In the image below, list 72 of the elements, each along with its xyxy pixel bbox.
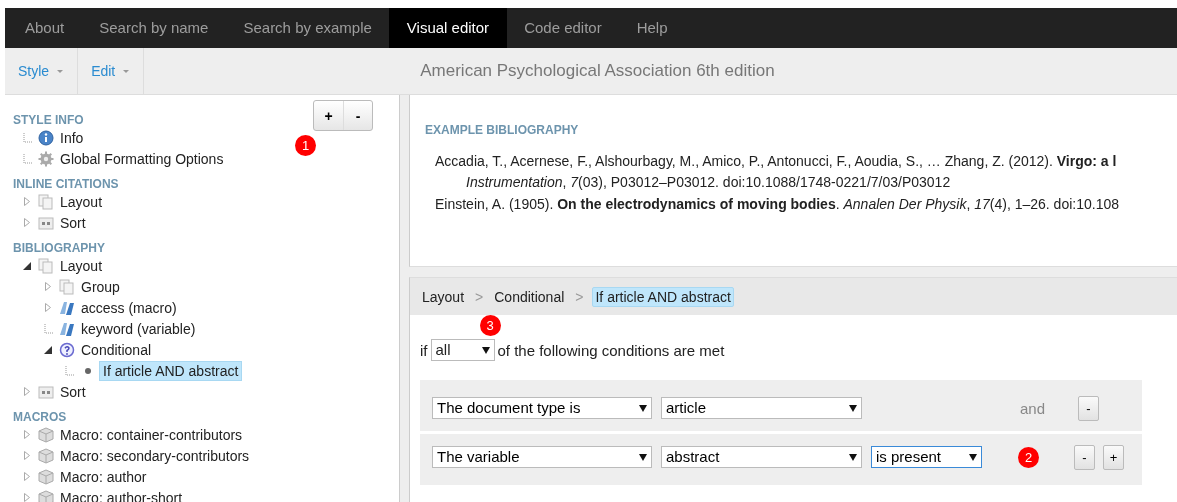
tree-item[interactable]: Sort [57, 213, 89, 232]
pages-icon [38, 257, 54, 274]
tree-item[interactable]: Layout [57, 192, 106, 211]
nav-tab[interactable]: Search by name [81, 8, 226, 48]
condition-button[interactable]: + [1103, 444, 1124, 470]
cube-icon [38, 468, 54, 485]
tree-item[interactable]: Sort [57, 382, 89, 401]
section-heading: INLINE CITATIONS [13, 177, 119, 191]
gear-icon [38, 150, 54, 167]
dropdown[interactable]: abstract [661, 446, 862, 468]
dropdown[interactable]: The variable [432, 446, 652, 468]
nav-tab[interactable]: Visual editor [389, 8, 507, 48]
tree-item[interactable]: Conditional [78, 340, 155, 359]
caret-icon [639, 453, 647, 461]
caret-icon [639, 404, 647, 412]
caret-icon [123, 69, 130, 73]
caret-icon [481, 346, 490, 354]
sort-icon [38, 383, 54, 400]
style-title: American Psychological Association 6th edition [420, 61, 775, 81]
tree-item[interactable]: Macro: author [57, 467, 150, 486]
section-heading: EXAMPLE BIBLIOGRAPHY [425, 123, 580, 137]
nav-tab[interactable]: About [5, 8, 82, 48]
cube-icon [38, 447, 54, 464]
pages-icon [38, 193, 54, 210]
tree-item[interactable]: Macro: container-contributors [57, 425, 246, 444]
breadcrumb-link[interactable]: If article AND abstract [592, 286, 734, 307]
text-style-icon [59, 299, 75, 316]
number-badge: 3 [479, 315, 501, 336]
nav-tab[interactable]: Code editor [506, 8, 620, 48]
dropdown[interactable]: is present [871, 446, 982, 468]
cube-icon [38, 426, 54, 443]
condition-button[interactable]: - [1078, 395, 1099, 421]
nav-tab[interactable]: Help [619, 8, 686, 48]
bibliography-entry-line: Einstein, A. (1905). On the electrodynamics of moving bodies. Annalen Der Physik, 17(4), 1–26. doi:10.108 [434, 195, 1120, 214]
breadcrumb-link[interactable]: Conditional [492, 287, 567, 306]
joiner-label: and [1019, 399, 1045, 417]
pages-icon [59, 278, 75, 295]
tree-item[interactable]: Group [78, 277, 123, 296]
zoom-button[interactable]: - [343, 101, 372, 130]
info-icon [38, 129, 54, 146]
dropdown[interactable]: The document type is [432, 397, 652, 419]
breadcrumb-separator: > [575, 288, 584, 305]
number-badge: 2 [1018, 446, 1039, 468]
caret-icon [969, 453, 977, 461]
bibliography-entry-line: Accadia, T., Acernese, F., Alshourbagy, M., Amico, P., Antonucci, F., Aoudia, S., … Zhang, Z. (2012). Virgo: a l [434, 152, 1118, 171]
nav-tab[interactable]: Search by example [225, 8, 390, 48]
condition-button[interactable]: - [1074, 444, 1095, 470]
label: if [420, 341, 428, 359]
bibliography-entry-line: Instrumentation, 7(03), P03012–P03012. doi:10.1088/1748-0221/7/03/P03012 [465, 173, 952, 192]
caret-icon [57, 69, 64, 73]
tree-item[interactable]: If article AND abstract [99, 360, 243, 381]
section-heading: BIBLIOGRAPHY [13, 241, 105, 255]
section-heading: MACROS [13, 410, 67, 424]
zoom-button[interactable]: + [314, 101, 343, 130]
tree-item[interactable]: Layout [57, 256, 106, 275]
number-badge: 1 [295, 135, 316, 156]
caret-icon [849, 453, 857, 461]
breadcrumb-link[interactable]: Layout [420, 287, 467, 306]
breadcrumb-separator: > [475, 288, 484, 305]
text-style-icon [59, 320, 75, 337]
sort-icon [38, 214, 54, 231]
tree-item[interactable]: keyword (variable) [78, 319, 199, 338]
question-icon [59, 341, 75, 358]
caret-icon [849, 404, 857, 412]
dropdown[interactable]: article [661, 397, 862, 419]
tree-item[interactable]: Macro: author-short [57, 488, 186, 502]
cube-icon [38, 489, 54, 502]
tree-item[interactable]: access (macro) [78, 298, 180, 317]
tree-item[interactable]: Global Formatting Options [57, 149, 227, 168]
tree-item[interactable]: Macro: secondary-contributors [57, 446, 253, 465]
section-heading: STYLE INFO [13, 113, 84, 127]
tree-item[interactable]: Info [57, 128, 87, 147]
